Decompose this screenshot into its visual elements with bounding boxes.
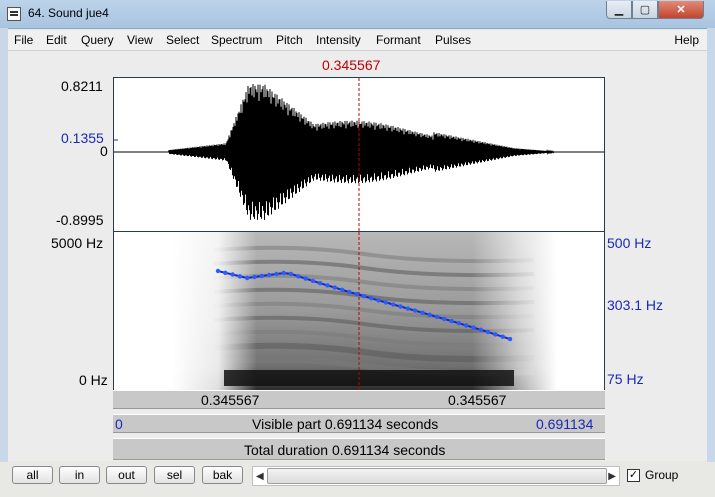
- pitch-point: [412, 308, 418, 313]
- pitch-point: [478, 327, 483, 332]
- zoom-all-button[interactable]: all: [12, 466, 53, 484]
- wave-zero-label: 0: [100, 143, 108, 159]
- visible-part-label: Visible part 0.691134 seconds: [252, 416, 439, 432]
- scrollbar-thumb[interactable]: [267, 468, 607, 484]
- wave-max-label: 0.8211: [61, 78, 103, 94]
- wave-cursor-value-label: 0.1355: [61, 130, 104, 146]
- visible-end: 0.691134: [536, 416, 594, 432]
- pitch-point: [332, 285, 337, 290]
- pitch-point: [456, 321, 462, 326]
- pitch-point: [325, 283, 330, 288]
- pitch-point: [464, 323, 469, 328]
- pitch-point: [507, 336, 513, 342]
- window-title: 64. Sound jue4: [28, 6, 109, 20]
- minimize-button[interactable]: ▁: [606, 1, 632, 19]
- pitch-point: [339, 287, 345, 292]
- menu-bar: File Edit Query View Select Spectrum Pit…: [8, 30, 707, 51]
- menu-pitch[interactable]: Pitch: [276, 33, 303, 47]
- pitch-point: [252, 274, 257, 280]
- pitch-point: [318, 281, 323, 286]
- pitch-point: [296, 274, 301, 279]
- title-bar[interactable]: 64. Sound jue4 ▁ ▢ ✕: [0, 0, 715, 29]
- menu-query[interactable]: Query: [81, 33, 114, 47]
- group-label: Group: [645, 468, 679, 482]
- pitch-point: [500, 334, 505, 339]
- pitch-point: [237, 274, 243, 279]
- pitch-point: [442, 316, 447, 322]
- window-app-icon: [7, 7, 21, 21]
- pitch-point: [420, 310, 425, 315]
- horizontal-scrollbar[interactable]: ◀ ▶: [252, 466, 620, 486]
- pitch-point: [493, 332, 498, 337]
- pitch-point: [376, 298, 381, 303]
- pitch-point: [274, 271, 279, 277]
- pitch-point: [230, 272, 235, 277]
- pitch-mid-label: 303.1 Hz: [607, 297, 664, 313]
- zoom-in-button[interactable]: in: [59, 466, 100, 484]
- pitch-bottom-label: 75 Hz: [607, 371, 644, 387]
- pitch-point: [383, 300, 389, 305]
- menu-file[interactable]: File: [14, 33, 33, 47]
- cursor-time-label: 0.345567: [322, 57, 381, 73]
- pitch-point: [354, 291, 359, 297]
- pitch-point: [347, 289, 352, 295]
- pitch-point: [391, 302, 396, 307]
- window-frame-right: [707, 28, 715, 497]
- pitch-top-label: 500 Hz: [607, 235, 652, 251]
- zoom-out-button[interactable]: out: [106, 466, 147, 484]
- pitch-point: [288, 271, 294, 277]
- menu-formant[interactable]: Formant: [376, 33, 421, 47]
- wave-min-label: -0.8995: [56, 212, 104, 228]
- pitch-point: [259, 273, 264, 279]
- window-frame-left: [0, 28, 8, 497]
- time-bar-left: 0.345567: [201, 392, 260, 408]
- pitch-point: [449, 318, 454, 324]
- menu-spectrum[interactable]: Spectrum: [211, 33, 262, 47]
- total-duration-bar[interactable]: Total duration 0.691134 seconds: [113, 438, 605, 460]
- pitch-point: [281, 270, 286, 276]
- zoom-sel-button[interactable]: sel: [154, 466, 195, 484]
- freq-bottom-label: 0 Hz: [79, 372, 108, 388]
- time-bar-right: 0.345567: [448, 392, 507, 408]
- pitch-point: [215, 268, 221, 274]
- spectrogram-view[interactable]: [113, 232, 605, 390]
- cursor-time-bar[interactable]: 0.345567 0.345567: [113, 390, 605, 409]
- pitch-point: [398, 304, 403, 309]
- pitch-point: [361, 294, 367, 299]
- menu-view[interactable]: View: [127, 33, 153, 47]
- group-checkbox[interactable]: ✓: [627, 469, 640, 482]
- menu-edit[interactable]: Edit: [46, 33, 67, 47]
- menu-pulses[interactable]: Pulses: [435, 33, 471, 47]
- menu-select[interactable]: Select: [166, 33, 199, 47]
- waveform-view[interactable]: [113, 77, 605, 232]
- total-duration-label: Total duration 0.691134 seconds: [244, 442, 446, 458]
- pitch-point: [427, 312, 432, 317]
- pitch-point: [266, 272, 272, 278]
- menu-help[interactable]: Help: [674, 33, 699, 47]
- menu-intensity[interactable]: Intensity: [316, 33, 361, 47]
- scroll-left-icon[interactable]: ◀: [256, 471, 264, 482]
- pitch-point: [369, 296, 374, 301]
- pitch-point: [434, 314, 440, 320]
- freq-top-label: 5000 Hz: [51, 235, 104, 251]
- visible-part-bar[interactable]: 0 Visible part 0.691134 seconds 0.691134: [113, 414, 605, 433]
- praat-sound-window: 64. Sound jue4 ▁ ▢ ✕ File Edit Query Vie…: [0, 0, 715, 497]
- pitch-point: [303, 276, 308, 281]
- zoom-back-button[interactable]: bak: [202, 466, 243, 484]
- pitch-point: [310, 278, 316, 284]
- pitch-point: [245, 275, 250, 281]
- pitch-point: [405, 306, 410, 311]
- scroll-right-icon[interactable]: ▶: [608, 471, 616, 482]
- maximize-button[interactable]: ▢: [632, 1, 658, 19]
- pitch-point: [485, 329, 491, 335]
- pitch-point: [471, 325, 476, 330]
- pitch-point: [223, 270, 228, 275]
- close-button[interactable]: ✕: [658, 1, 704, 19]
- visible-start: 0: [115, 416, 123, 432]
